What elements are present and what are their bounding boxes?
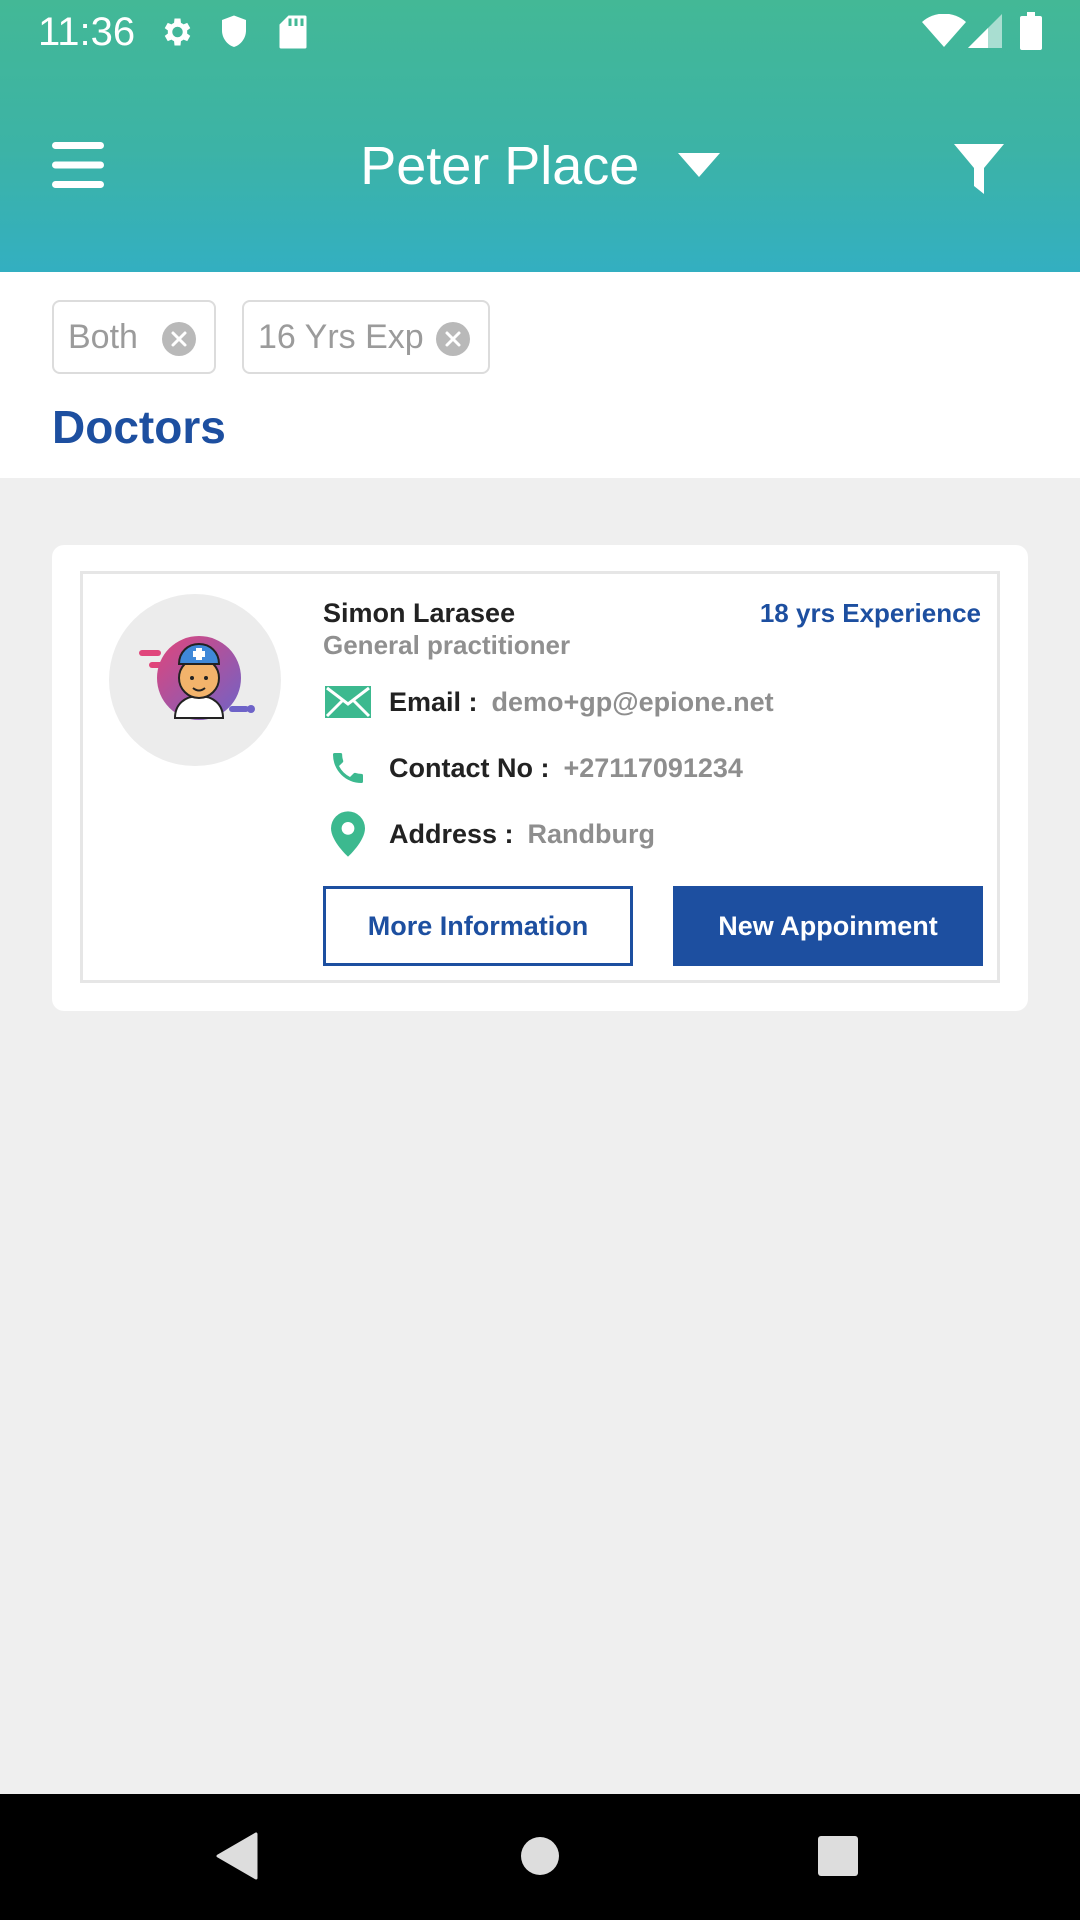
contact-row: Contact No : +27117091234: [323, 743, 743, 793]
status-time: 11:36: [38, 10, 136, 54]
wifi-icon: [922, 13, 966, 53]
shield-icon: [218, 14, 250, 55]
email-icon: [323, 677, 373, 727]
doctor-name: Simon Larasee: [323, 598, 516, 628]
contact-value[interactable]: +27117091234: [563, 753, 742, 784]
caret-down-icon: [677, 153, 720, 179]
filter-icon[interactable]: [954, 144, 1004, 194]
doctor-avatar: [109, 594, 281, 766]
location-selector[interactable]: Peter Place: [0, 136, 1080, 196]
contact-label: Contact No :: [389, 752, 550, 783]
chip-label: 16 Yrs Exp: [258, 317, 424, 356]
status-bar: 11:36: [0, 0, 1080, 64]
section-title: Doctors: [52, 401, 226, 453]
email-value[interactable]: demo+gp@epione.net: [492, 687, 774, 718]
phone-icon: [323, 743, 373, 793]
signal-icon: [968, 14, 1002, 53]
address-label: Address :: [389, 818, 514, 849]
doctor-card: Simon Larasee General practitioner 18 yr…: [52, 545, 1028, 1011]
more-information-button[interactable]: More Information: [323, 886, 633, 966]
navigation-bar: [0, 1794, 1080, 1920]
filter-chip-both[interactable]: Both: [52, 300, 216, 374]
doctor-experience: 18 yrs Experience: [759, 598, 981, 628]
close-icon[interactable]: [436, 322, 470, 356]
address-row: Address : Randburg: [323, 809, 655, 859]
address-value: Randburg: [527, 818, 656, 849]
gear-icon: [158, 14, 194, 55]
sd-card-icon: [278, 14, 308, 55]
email-row: Email : demo+gp@epione.net: [323, 677, 774, 727]
app-bar: Peter Place: [0, 64, 1080, 272]
new-appointment-button[interactable]: New Appoinment: [673, 886, 983, 966]
back-icon[interactable]: [216, 1832, 258, 1885]
chip-label: Both: [68, 317, 138, 356]
filter-panel: Both 16 Yrs Exp Doctors: [0, 272, 1080, 478]
email-label: Email :: [389, 686, 478, 717]
close-icon[interactable]: [162, 322, 196, 356]
battery-icon: [1020, 12, 1042, 55]
page-title: Peter Place: [360, 136, 640, 196]
home-icon[interactable]: [520, 1836, 560, 1881]
doctor-specialty: General practitioner: [323, 630, 571, 660]
doctor-card-body: Simon Larasee General practitioner 18 yr…: [80, 571, 1000, 983]
location-pin-icon: [323, 809, 373, 859]
recents-icon[interactable]: [818, 1836, 858, 1881]
filter-chip-experience[interactable]: 16 Yrs Exp: [242, 300, 490, 374]
app-header: 11:36 Peter Place: [0, 0, 1080, 272]
